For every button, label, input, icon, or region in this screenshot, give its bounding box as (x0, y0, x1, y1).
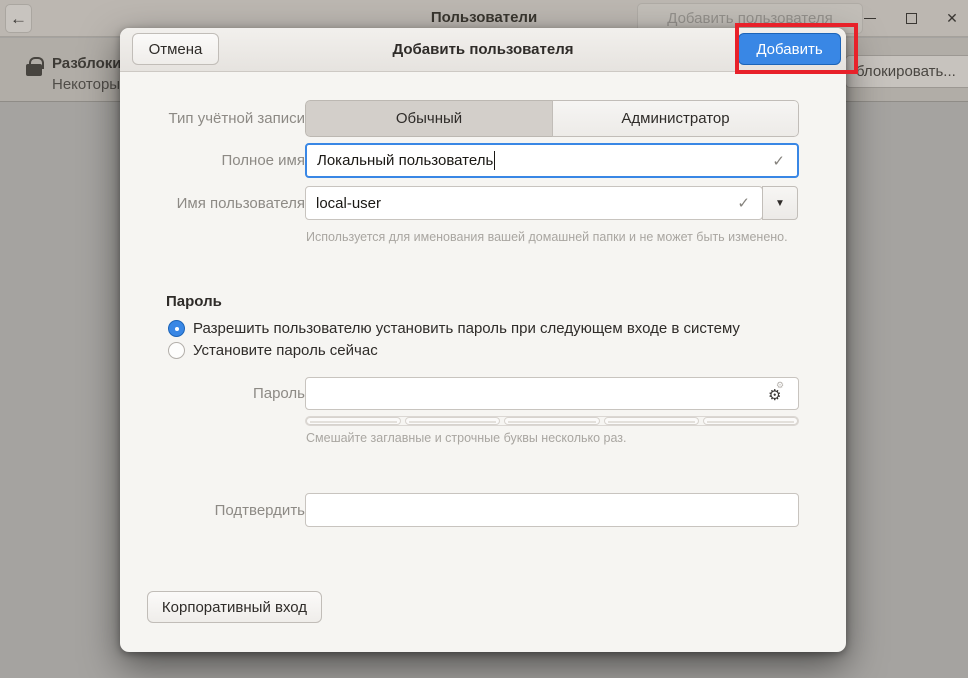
minimize-icon (864, 18, 876, 19)
username-value: local-user (316, 195, 381, 212)
valid-check-icon: ✓ (772, 152, 785, 170)
lock-icon (26, 64, 42, 76)
unlock-button[interactable]: блокировать... (845, 55, 968, 88)
maximize-icon (906, 13, 917, 24)
username-label: Имя пользователя (115, 195, 305, 212)
full-name-input[interactable]: Локальный пользователь ✓ (305, 143, 799, 178)
radio-unselected-icon (168, 342, 185, 359)
radio-row-next-login[interactable]: Разрешить пользователю установить пароль… (168, 320, 740, 337)
strength-segment (504, 417, 599, 425)
back-button[interactable]: ← (5, 4, 32, 33)
chevron-down-icon: ▼ (775, 198, 785, 209)
password-section-title: Пароль (166, 293, 222, 310)
enterprise-login-button[interactable]: Корпоративный вход (147, 591, 322, 623)
radio-selected-icon (168, 320, 185, 337)
close-button[interactable]: ✕ (942, 8, 962, 28)
close-icon: ✕ (946, 10, 958, 27)
full-name-label: Полное имя (115, 152, 305, 169)
confirm-label: Подтвердить (115, 502, 305, 519)
account-type-segmented-control: Обычный Администратор (305, 100, 799, 137)
username-dropdown-button[interactable]: ▼ (762, 186, 798, 220)
background-window-title: Пользователи (334, 9, 634, 26)
password-hint: Смешайте заглавные и строчные буквы неск… (306, 431, 627, 445)
password-strength-meter (305, 416, 799, 426)
strength-segment (604, 417, 699, 425)
username-input[interactable]: local-user ✓ (305, 186, 763, 220)
radio-set-now-label: Установите пароль сейчас (193, 342, 378, 359)
radio-next-login-label: Разрешить пользователю установить пароль… (193, 320, 740, 337)
gear-icon: ⚙ (768, 388, 781, 403)
username-hint: Используется для именования вашей домашн… (306, 230, 788, 244)
cancel-button[interactable]: Отмена (132, 33, 219, 65)
strength-segment (703, 417, 798, 425)
window-controls: ✕ (860, 6, 962, 30)
dialog-title: Добавить пользователя (283, 41, 683, 58)
strength-segment (306, 417, 401, 425)
password-input[interactable]: ⚙ ⚙ (305, 377, 799, 410)
text-caret (494, 151, 495, 170)
generate-password-button[interactable]: ⚙ ⚙ (766, 382, 790, 406)
maximize-button[interactable] (901, 8, 921, 28)
confirm-password-input[interactable] (305, 493, 799, 527)
account-type-standard[interactable]: Обычный (305, 100, 552, 137)
back-arrow-icon: ← (10, 9, 27, 29)
strength-segment (405, 417, 500, 425)
annotation-highlight-rectangle (735, 23, 858, 74)
password-label: Пароль (115, 385, 305, 402)
screen: ← Пользователи Добавить пользователя ✕ Р… (0, 0, 968, 678)
add-user-dialog: Отмена Добавить пользователя Добавить Ти… (120, 28, 846, 652)
minimize-button[interactable] (860, 8, 880, 28)
full-name-value: Локальный пользователь (317, 152, 493, 169)
valid-check-icon: ✓ (737, 194, 750, 212)
radio-row-set-now[interactable]: Установите пароль сейчас (168, 342, 378, 359)
account-type-administrator[interactable]: Администратор (552, 100, 799, 137)
account-type-label: Тип учётной записи (115, 110, 305, 127)
